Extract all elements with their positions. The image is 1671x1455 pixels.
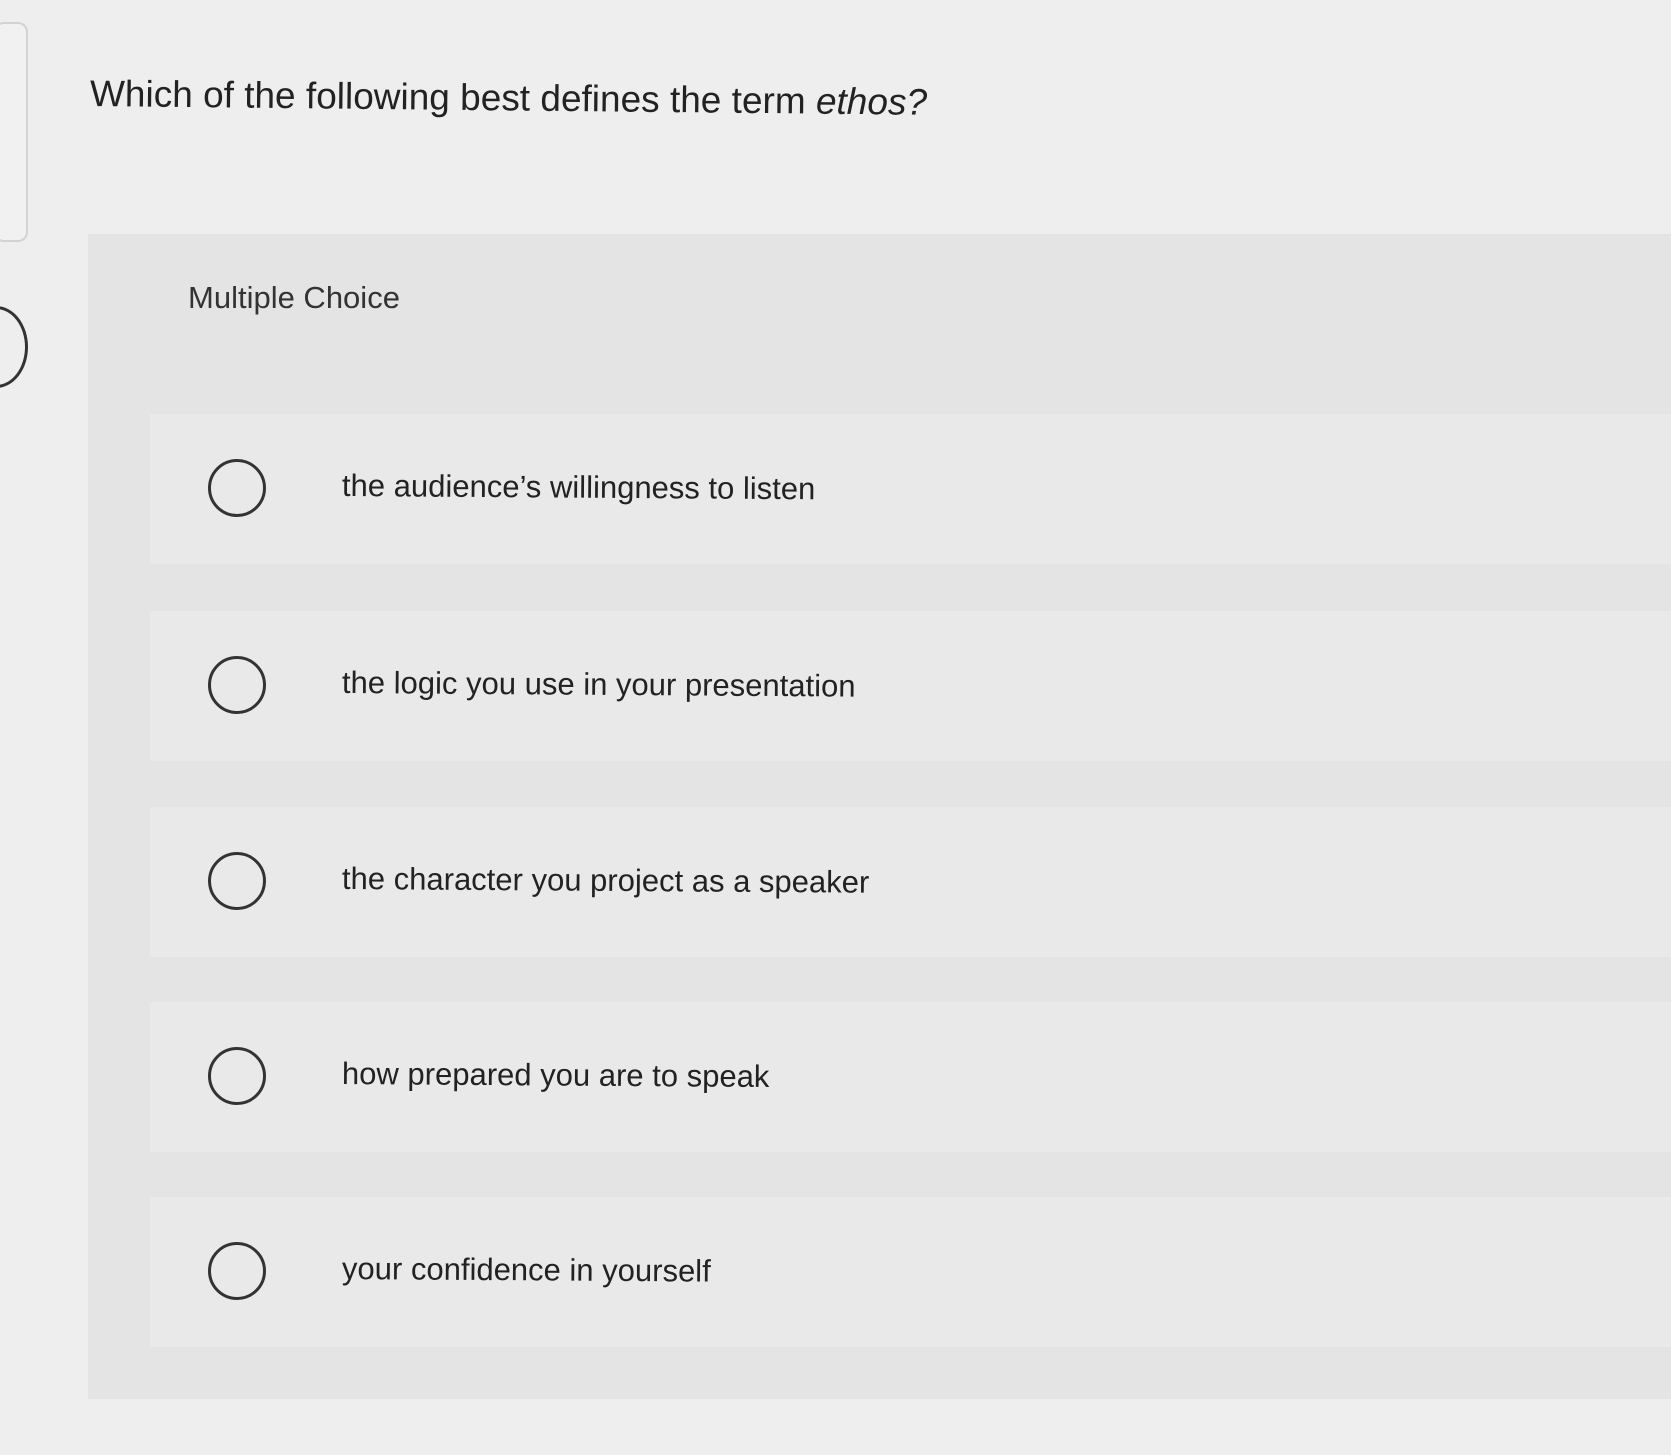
- sidebar-toggle-button[interactable]: [0, 306, 28, 388]
- choice-label: how prepared you are to speak: [341, 1056, 770, 1094]
- question-prompt: Which of the following best defines the …: [90, 72, 927, 125]
- choice-label: your confidence in yourself: [341, 1251, 711, 1289]
- radio-button[interactable]: [208, 1047, 266, 1105]
- choice-option-5[interactable]: your confidence in yourself: [150, 1197, 1671, 1347]
- choice-label: the logic you use in your presentation: [341, 665, 856, 704]
- choice-label: the character you project as a speaker: [341, 861, 870, 900]
- radio-button[interactable]: [208, 459, 266, 517]
- question-prompt-text: Which of the following best defines the …: [89, 73, 817, 122]
- choice-option-1[interactable]: the audience’s willingness to listen: [150, 414, 1671, 564]
- choice-option-2[interactable]: the logic you use in your presentation: [150, 611, 1671, 761]
- question-panel: Multiple Choice the audience’s willingne…: [88, 234, 1671, 1399]
- choice-option-4[interactable]: how prepared you are to speak: [150, 1002, 1671, 1152]
- radio-button[interactable]: [208, 852, 266, 910]
- choice-option-3[interactable]: the character you project as a speaker: [150, 807, 1671, 957]
- left-edge-panel: [0, 22, 28, 242]
- radio-button[interactable]: [208, 656, 266, 714]
- choice-label: the audience’s willingness to listen: [341, 468, 816, 507]
- question-term: ethos?: [815, 80, 928, 123]
- radio-button[interactable]: [208, 1242, 266, 1300]
- question-type-label: Multiple Choice: [188, 280, 400, 315]
